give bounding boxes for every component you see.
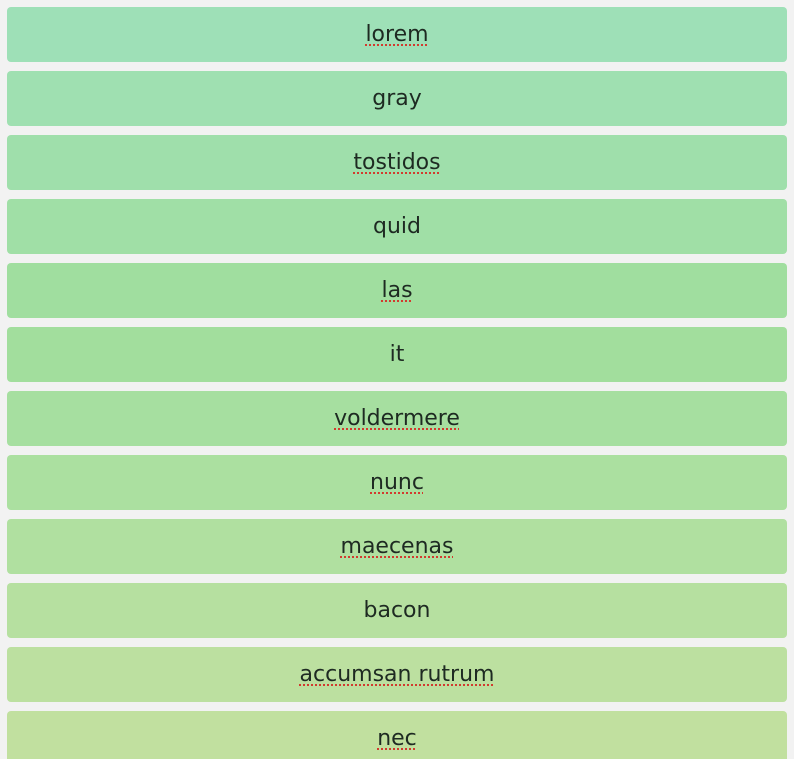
sortable-list: lorem gray tostidos quid las it volderme… <box>0 0 794 759</box>
list-item-las[interactable]: las <box>7 263 787 318</box>
list-item-label: nunc <box>370 469 424 495</box>
list-item-maecenas[interactable]: maecenas <box>7 519 787 574</box>
list-item-label: quid <box>373 213 421 239</box>
list-item-label: it <box>389 341 405 367</box>
list-item-nec[interactable]: nec <box>7 711 787 759</box>
list-item-tostidos[interactable]: tostidos <box>7 135 787 190</box>
list-item-voldermere[interactable]: voldermere <box>7 391 787 446</box>
list-item-it[interactable]: it <box>7 327 787 382</box>
list-item-gray[interactable]: gray <box>7 71 787 126</box>
list-item-label: bacon <box>363 597 431 623</box>
list-item-label: gray <box>372 85 422 111</box>
list-item-label: accumsan rutrum <box>299 661 495 687</box>
list-item-bacon[interactable]: bacon <box>7 583 787 638</box>
list-item-label: maecenas <box>340 533 454 559</box>
list-item-label: voldermere <box>334 405 460 431</box>
list-item-quid[interactable]: quid <box>7 199 787 254</box>
list-item-label: lorem <box>365 21 429 47</box>
list-item-label: nec <box>377 725 417 751</box>
list-item-label: las <box>381 277 413 303</box>
list-item-lorem[interactable]: lorem <box>7 7 787 62</box>
list-item-accumsan-rutrum[interactable]: accumsan rutrum <box>7 647 787 702</box>
list-item-label: tostidos <box>353 149 441 175</box>
list-item-nunc[interactable]: nunc <box>7 455 787 510</box>
